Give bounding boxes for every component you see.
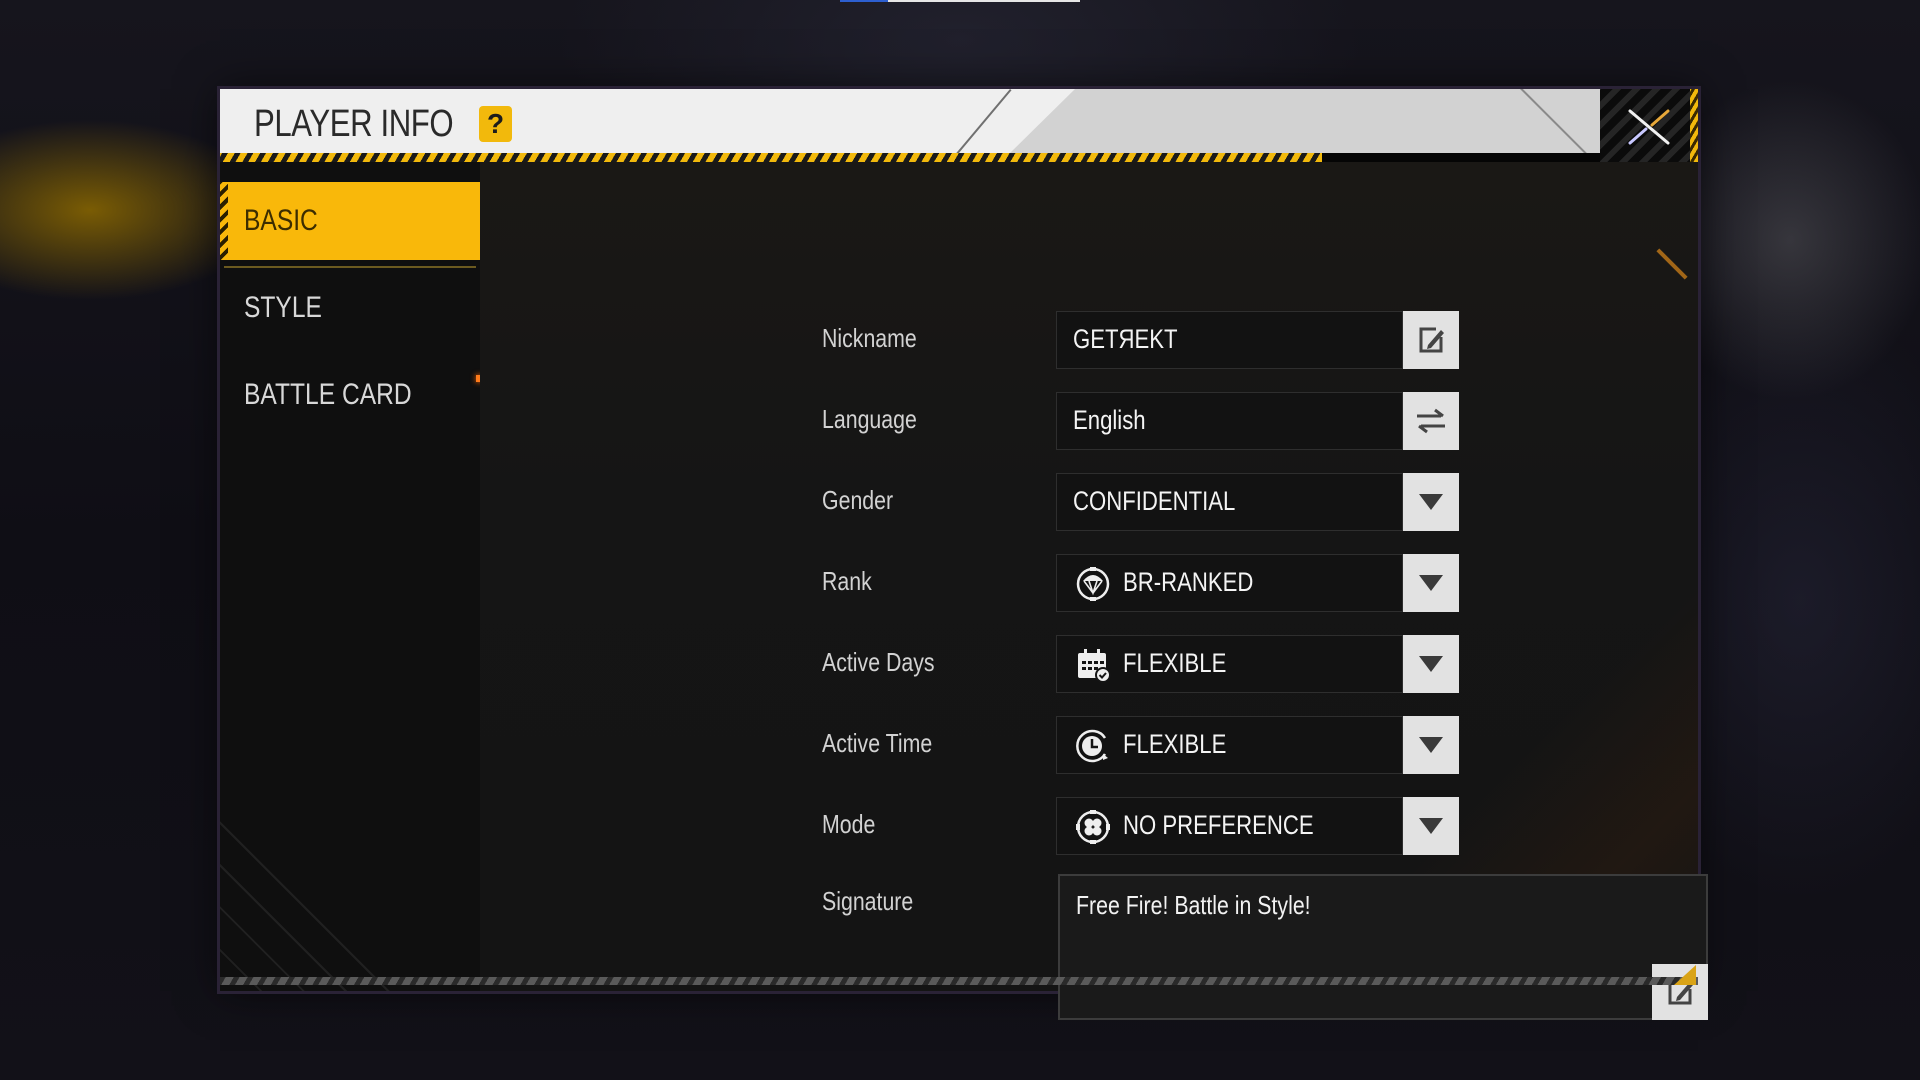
gender-dropdown-button[interactable] <box>1403 473 1459 531</box>
active-time-dropdown-button[interactable] <box>1403 716 1459 774</box>
dropdown-triangle-icon <box>1419 818 1443 834</box>
dropdown-triangle-icon <box>1419 737 1443 753</box>
active-time-row: Active Time FLEXIBLE <box>480 716 1698 774</box>
dialog-title: PLAYER INFO <box>254 103 454 145</box>
parachute-icon <box>1076 567 1110 601</box>
calendar-check-icon <box>1078 649 1111 683</box>
clock-icon <box>1076 729 1108 763</box>
sidebar-decoration <box>220 791 420 991</box>
rank-value: BR-RANKED <box>1123 567 1254 597</box>
rank-label: Rank <box>822 566 872 596</box>
tab-basic[interactable]: BASIC <box>220 182 480 268</box>
active-days-dropdown-button[interactable] <box>1403 635 1459 693</box>
tab-label: BATTLE CARD <box>244 378 412 411</box>
nickname-label: Nickname <box>822 323 917 353</box>
gender-value: CONFIDENTIAL <box>1073 486 1236 516</box>
active-days-value: FLEXIBLE <box>1123 648 1227 678</box>
sidebar: BASIC STYLE BATTLE CARD <box>220 162 480 991</box>
titlebar-decoration <box>1010 89 1600 153</box>
hazard-stripe <box>1690 89 1698 162</box>
edit-icon <box>1419 327 1444 353</box>
mode-row: Mode NO PREFERENCE <box>480 797 1698 855</box>
mode-label: Mode <box>822 809 876 839</box>
hazard-stripe <box>220 153 1322 162</box>
tab-style[interactable]: STYLE <box>220 269 480 347</box>
mode-value: NO PREFERENCE <box>1123 810 1314 840</box>
help-icon[interactable]: ? <box>479 106 512 142</box>
dropdown-triangle-icon <box>1419 575 1443 591</box>
nickname-field[interactable]: GETЯEKT <box>1056 311 1403 369</box>
dialog-titlebar: PLAYER INFO ? <box>220 89 1600 153</box>
language-row: Language English <box>480 392 1698 450</box>
rank-dropdown-button[interactable] <box>1403 554 1459 612</box>
rank-row: Rank BR-RANKED <box>480 554 1698 612</box>
titlebar-decoration-line <box>952 89 1012 153</box>
language-field[interactable]: English <box>1056 392 1403 450</box>
gender-label: Gender <box>822 485 894 515</box>
gender-dropdown[interactable]: CONFIDENTIAL <box>1056 473 1403 531</box>
decorative-accent <box>1656 248 1688 280</box>
basic-info-panel: Nickname GETЯEKT Language English Gender… <box>480 162 1708 1020</box>
active-days-label: Active Days <box>822 647 935 677</box>
signature-textarea[interactable]: Free Fire! Battle in Style! <box>1058 874 1708 1020</box>
close-button[interactable] <box>1600 89 1698 162</box>
tab-label: BASIC <box>244 204 318 237</box>
active-time-label: Active Time <box>822 728 933 758</box>
video-progress-fill <box>840 0 888 2</box>
active-time-dropdown[interactable]: FLEXIBLE <box>1056 716 1403 774</box>
nickname-row: Nickname GETЯEKT <box>480 311 1698 369</box>
player-info-dialog: PLAYER INFO ? BASIC STYLE BATTLE CARD Ni… <box>220 89 1708 1020</box>
change-language-button[interactable] <box>1403 392 1459 450</box>
video-progress-bar[interactable] <box>840 0 1080 2</box>
mode-dropdown[interactable]: NO PREFERENCE <box>1056 797 1403 855</box>
signature-value: Free Fire! Battle in Style! <box>1076 890 1311 920</box>
dropdown-triangle-icon <box>1419 494 1443 510</box>
edit-signature-button[interactable] <box>1652 964 1708 1020</box>
language-value: English <box>1073 405 1146 435</box>
dropdown-triangle-icon <box>1419 656 1443 672</box>
signature-label: Signature <box>822 886 914 916</box>
active-time-value: FLEXIBLE <box>1123 729 1227 759</box>
active-days-dropdown[interactable]: FLEXIBLE <box>1056 635 1403 693</box>
tab-battle-card[interactable]: BATTLE CARD <box>220 356 480 434</box>
edit-nickname-button[interactable] <box>1403 311 1459 369</box>
gender-row: Gender CONFIDENTIAL <box>480 473 1698 531</box>
tab-label: STYLE <box>244 291 322 324</box>
active-days-row: Active Days FLEXIBLE <box>480 635 1698 693</box>
mode-dropdown-button[interactable] <box>1403 797 1459 855</box>
rank-dropdown[interactable]: BR-RANKED <box>1056 554 1403 612</box>
close-x-icon <box>1628 109 1670 145</box>
swap-arrows-icon <box>1417 408 1445 434</box>
mode-grid-icon <box>1076 810 1110 844</box>
language-label: Language <box>822 404 917 434</box>
nickname-value: GETЯEKT <box>1073 324 1178 354</box>
bottom-hazard-stripe <box>220 977 1698 985</box>
